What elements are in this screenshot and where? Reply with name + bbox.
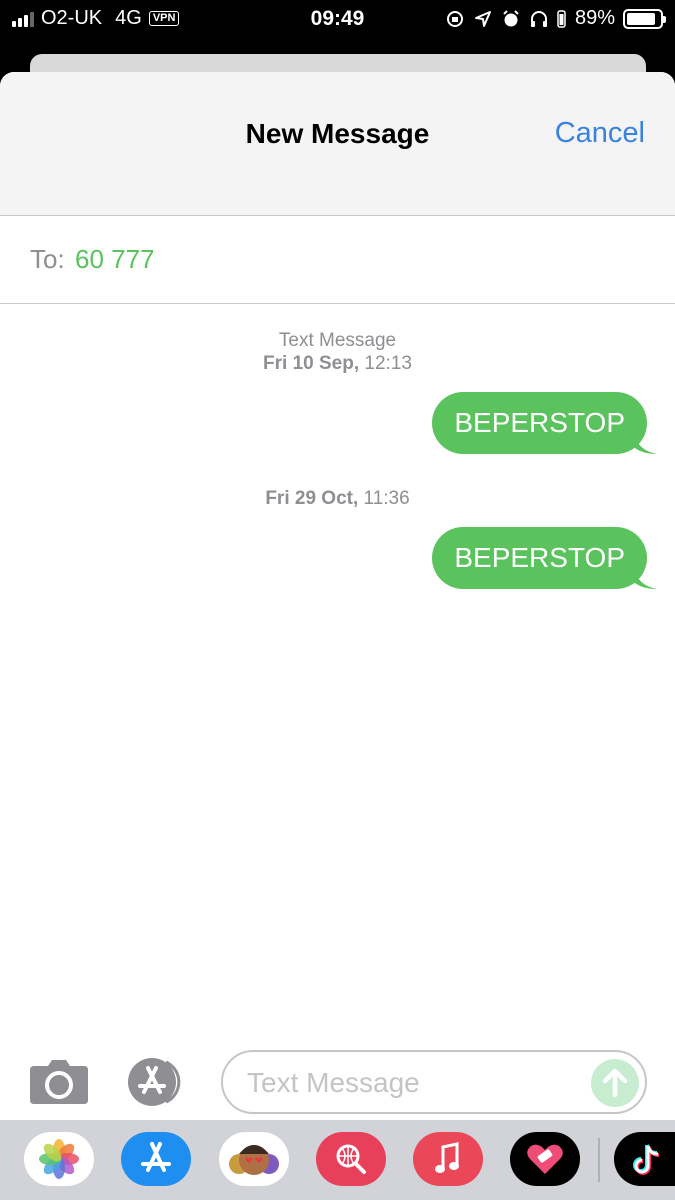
photos-icon[interactable] [24,1132,94,1186]
recipient-field[interactable]: To: 60 777 [0,216,675,304]
tiktok-icon[interactable] [614,1132,675,1186]
timestamp-day: Fri 29 Oct, [265,488,359,509]
to-label: To: [30,244,65,274]
app-store-icon[interactable] [121,1132,191,1186]
bubble-tail [635,434,657,454]
camera-icon[interactable] [30,1060,88,1104]
message-input-placeholder: Text Message [247,1067,420,1098]
recipient-token[interactable]: 60 777 [75,244,155,275]
message-timestamp: Fri 10 Sep, 12:13 [0,353,675,375]
heart-sticker-icon[interactable] [510,1132,580,1186]
timestamp-time: 12:13 [364,353,412,374]
bubble-tail [635,569,657,589]
app-drawer [0,1120,675,1200]
composer-bar: Text Message [0,1050,675,1120]
message-text: BEPERSTOP [454,542,625,573]
battery-icon [623,8,666,29]
orientation-lock-icon [446,10,463,27]
headphones-icon [530,10,547,27]
sent-message-bubble[interactable]: BEPERSTOP [432,527,657,589]
alarm-icon [503,9,519,26]
new-message-sheet: New Message Cancel To: 60 777 Text Messa… [0,72,675,1200]
send-button[interactable] [591,1059,639,1107]
timestamp-day: Fri 10 Sep, [263,353,360,374]
message-text: BEPERSTOP [454,407,625,438]
send-arrow-icon [602,1068,628,1098]
message-timestamp: Fri 29 Oct, 11:36 [0,488,675,510]
navigation-bar: New Message Cancel [0,72,675,216]
status-bar: O2-UK 4G VPN 09:49 89% [0,0,675,38]
message-input[interactable]: Text Message [221,1050,647,1114]
music-icon[interactable] [413,1132,483,1186]
drawer-divider [598,1138,600,1182]
message-service-label: Text Message [278,330,397,351]
cancel-button[interactable]: Cancel [555,117,645,150]
headphone-battery-icon [557,9,566,28]
timestamp-time: 11:36 [363,488,410,509]
app-store-icon[interactable] [126,1058,190,1106]
sent-message-bubble[interactable]: BEPERSTOP [432,392,657,454]
search-images-icon[interactable] [316,1132,386,1186]
memoji-icon[interactable] [219,1132,289,1186]
location-arrow-icon [474,10,491,27]
battery-percent: 89% [574,7,615,29]
